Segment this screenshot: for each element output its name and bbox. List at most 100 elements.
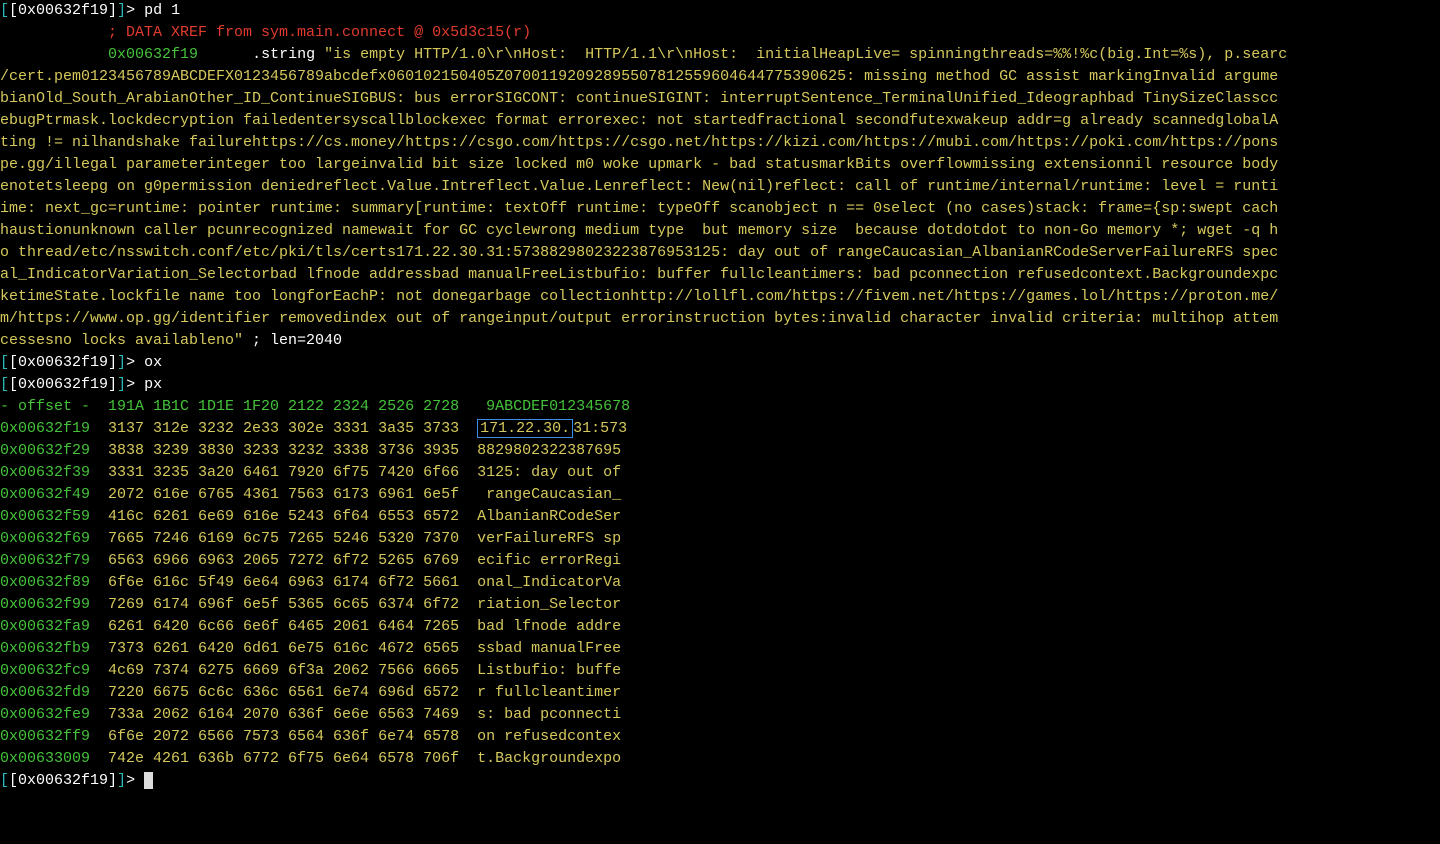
prompt-bracket-close: ] xyxy=(117,376,126,393)
terminal-line: o thread/etc/nsswitch.conf/etc/pki/tls/c… xyxy=(0,242,1440,264)
prompt-address: [0x00632f19] xyxy=(9,2,117,19)
hex-row-addr: 0x00632fe9 xyxy=(0,706,90,723)
terminal-line: 0x00632fc9 4c69 7374 6275 6669 6f3a 2062… xyxy=(0,660,1440,682)
hex-header-ascii: 9ABCDEF012 xyxy=(459,398,576,415)
hex-row-addr: 0x00632f29 xyxy=(0,442,90,459)
terminal-line: ; DATA XREF from sym.main.connect @ 0x5d… xyxy=(0,22,1440,44)
disasm-string-wrap: ebugPtrmask.lockdecryption failedentersy… xyxy=(0,112,1278,129)
hex-row-ascii: on refusedcontex xyxy=(477,728,621,745)
terminal-line: 0x00632fa9 6261 6420 6c66 6e6f 6465 2061… xyxy=(0,616,1440,638)
terminal-output: [[0x00632f19]]> pd 1 ; DATA XREF from sy… xyxy=(0,0,1440,792)
disasm-address: 0x00632f19 xyxy=(108,46,198,63)
disasm-string-tail: cessesno locks availableno" xyxy=(0,332,252,349)
hex-row-bytes: 7373 6261 6420 6d61 6e75 616c 4672 6565 xyxy=(90,640,477,657)
hex-header-ascii: 345678 xyxy=(576,398,630,415)
prompt-bracket: [ xyxy=(0,2,9,19)
hex-row-bytes: 3838 3239 3830 3233 3232 3338 3736 3935 xyxy=(90,442,477,459)
hex-row-addr: 0x00633009 xyxy=(0,750,90,767)
hex-row-bytes: 6261 6420 6c66 6e6f 6465 2061 6464 7265 xyxy=(90,618,477,635)
cursor[interactable] xyxy=(144,772,153,789)
disasm-string-wrap: /cert.pem0123456789ABCDEFX0123456789abcd… xyxy=(0,68,1278,85)
hex-row-ascii: verFailureRFS sp xyxy=(477,530,621,547)
hex-header-offset: - offset - xyxy=(0,398,90,415)
terminal-line: 0x00632f19 3137 312e 3232 2e33 302e 3331… xyxy=(0,418,1440,440)
terminal-line: cessesno locks availableno" ; len=2040 xyxy=(0,330,1440,352)
terminal-line: [[0x00632f19]]> xyxy=(0,770,1440,792)
prompt-sep: > xyxy=(126,376,144,393)
hex-row-ascii: AlbanianRCodeSer xyxy=(477,508,621,525)
hex-row-addr: 0x00632f49 xyxy=(0,486,90,503)
hex-row-addr: 0x00632f39 xyxy=(0,464,90,481)
prompt-bracket-close: ] xyxy=(117,2,126,19)
terminal-line: pe.gg/illegal parameterinteger too large… xyxy=(0,154,1440,176)
prompt-address: [0x00632f19] xyxy=(9,772,117,789)
cmd-px[interactable]: px xyxy=(144,376,162,393)
terminal-line: 0x00632f99 7269 6174 696f 6e5f 5365 6c65… xyxy=(0,594,1440,616)
cmd-pd[interactable]: pd 1 xyxy=(144,2,180,19)
disasm-string-wrap: m/https://www.op.gg/identifier removedin… xyxy=(0,310,1278,327)
hex-row-addr: 0x00632fc9 xyxy=(0,662,90,679)
hex-row-addr: 0x00632f89 xyxy=(0,574,90,591)
prompt-sep: > xyxy=(126,2,144,19)
hex-row-ascii: riation_Selector xyxy=(477,596,621,613)
terminal-line: 0x00632ff9 6f6e 2072 6566 7573 6564 636f… xyxy=(0,726,1440,748)
terminal-line: 0x00632f39 3331 3235 3a20 6461 7920 6f75… xyxy=(0,462,1440,484)
hex-row-addr: 0x00632ff9 xyxy=(0,728,90,745)
disasm-string-wrap: haustionunknown caller pcunrecognized na… xyxy=(0,222,1278,239)
hex-row-bytes: 416c 6261 6e69 616e 5243 6f64 6553 6572 xyxy=(90,508,477,525)
hex-row-ascii: r fullcleantimer xyxy=(477,684,621,701)
prompt-bracket-close: ] xyxy=(117,354,126,371)
prompt-bracket: [ xyxy=(0,772,9,789)
hex-row-ascii: 3125: day out of xyxy=(477,464,621,481)
hex-row-addr: 0x00632f59 xyxy=(0,508,90,525)
hex-row-bytes: 7665 7246 6169 6c75 7265 5246 5320 7370 xyxy=(90,530,477,547)
terminal-line: /cert.pem0123456789ABCDEFX0123456789abcd… xyxy=(0,66,1440,88)
terminal-line: m/https://www.op.gg/identifier removedin… xyxy=(0,308,1440,330)
hex-row-bytes: 6563 6966 6963 2065 7272 6f72 5265 6769 xyxy=(90,552,477,569)
hex-row-bytes: 733a 2062 6164 2070 636f 6e6e 6563 7469 xyxy=(90,706,477,723)
hex-row-ascii: 31:573 xyxy=(573,420,627,437)
terminal-line: 0x00632fb9 7373 6261 6420 6d61 6e75 616c… xyxy=(0,638,1440,660)
terminal-line: 0x00632f79 6563 6966 6963 2065 7272 6f72… xyxy=(0,550,1440,572)
prompt-sep: > xyxy=(126,772,144,789)
terminal-line: [[0x00632f19]]> pd 1 xyxy=(0,0,1440,22)
cmd-ox[interactable]: ox xyxy=(144,354,162,371)
highlight-ip: 171.22.30. xyxy=(477,419,573,438)
hex-row-ascii: t.Backgroundexpo xyxy=(477,750,621,767)
prompt-sep: > xyxy=(126,354,144,371)
disasm-string-wrap: pe.gg/illegal parameterinteger too large… xyxy=(0,156,1278,173)
hex-row-bytes: 7220 6675 6c6c 636c 6561 6e74 696d 6572 xyxy=(90,684,477,701)
prompt-address: [0x00632f19] xyxy=(9,376,117,393)
hex-row-ascii: s: bad pconnecti xyxy=(477,706,621,723)
disasm-string-wrap: ting != nilhandshake failurehttps://cs.m… xyxy=(0,134,1278,151)
hex-row-addr: 0x00632f19 xyxy=(0,420,90,437)
hex-row-bytes: 3137 312e 3232 2e33 302e 3331 3a35 3733 xyxy=(90,420,477,437)
terminal-line: - offset - 191A 1B1C 1D1E 1F20 2122 2324… xyxy=(0,396,1440,418)
disasm-opcode: .string xyxy=(252,46,324,63)
prompt-bracket-close: ] xyxy=(117,772,126,789)
terminal-line: 0x00632f29 3838 3239 3830 3233 3232 3338… xyxy=(0,440,1440,462)
terminal-line: al_IndicatorVariation_Selectorbad lfnode… xyxy=(0,264,1440,286)
hex-row-addr: 0x00632fd9 xyxy=(0,684,90,701)
terminal-line: bianOld_South_ArabianOther_ID_ContinueSI… xyxy=(0,88,1440,110)
hex-row-bytes: 6f6e 2072 6566 7573 6564 636f 6e74 6578 xyxy=(90,728,477,745)
hex-row-bytes: 4c69 7374 6275 6669 6f3a 2062 7566 6665 xyxy=(90,662,477,679)
hex-row-addr: 0x00632f99 xyxy=(0,596,90,613)
terminal-line: 0x00632f69 7665 7246 6169 6c75 7265 5246… xyxy=(0,528,1440,550)
prompt-bracket: [ xyxy=(0,376,9,393)
terminal-line: enotetsleepg on g0permission deniedrefle… xyxy=(0,176,1440,198)
hex-row-addr: 0x00632fa9 xyxy=(0,618,90,635)
terminal-line: ketimeState.lockfile name too longforEac… xyxy=(0,286,1440,308)
terminal-line: ting != nilhandshake failurehttps://cs.m… xyxy=(0,132,1440,154)
disasm-string-wrap: enotetsleepg on g0permission deniedrefle… xyxy=(0,178,1278,195)
hex-row-ascii: 8829802322387695 xyxy=(477,442,621,459)
hex-row-ascii: bad lfnode addre xyxy=(477,618,621,635)
terminal-line: ime: next_gc=runtime: pointer runtime: s… xyxy=(0,198,1440,220)
terminal-line: 0x00632fd9 7220 6675 6c6c 636c 6561 6e74… xyxy=(0,682,1440,704)
hex-row-ascii: ecific errorRegi xyxy=(477,552,621,569)
terminal-line: 0x00632f89 6f6e 616c 5f49 6e64 6963 6174… xyxy=(0,572,1440,594)
prompt-bracket: [ xyxy=(0,354,9,371)
terminal-line: 0x00632fe9 733a 2062 6164 2070 636f 6e6e… xyxy=(0,704,1440,726)
hex-header-cols: 191A 1B1C 1D1E 1F20 2122 2324 2526 2728 xyxy=(90,398,459,415)
hex-row-ascii: Listbufio: buffe xyxy=(477,662,621,679)
